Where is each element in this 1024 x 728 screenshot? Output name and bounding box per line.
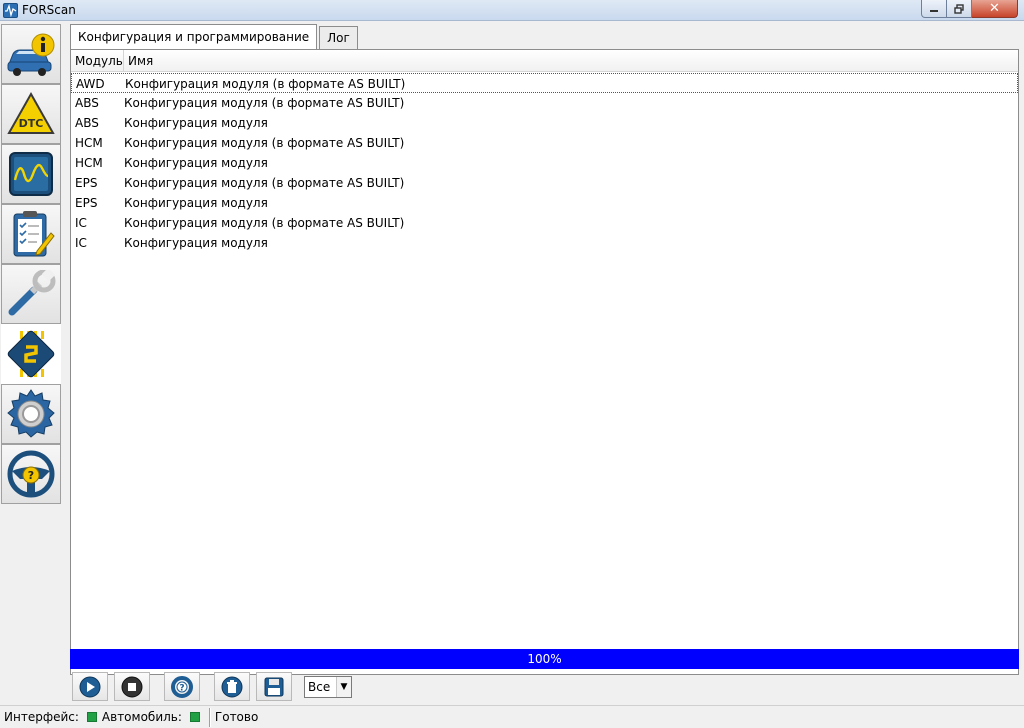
minimize-icon (930, 9, 938, 12)
table-header: Модуль Имя (71, 50, 1018, 72)
column-header-module[interactable]: Модуль (71, 50, 124, 72)
cell-name: Конфигурация модуля (в формате AS BUILT) (124, 176, 405, 190)
cell-module: EPS (75, 176, 98, 190)
sidebar-settings-button[interactable] (1, 384, 61, 444)
table-row[interactable]: HCM Конфигурация модуля (71, 153, 1018, 173)
table-body: AWD Конфигурация модуля (в формате AS BU… (71, 73, 1018, 253)
cell-name: Конфигурация модуля (в формате AS BUILT) (125, 77, 406, 91)
close-button[interactable]: ✕ (972, 0, 1018, 18)
table-row[interactable]: ABS Конфигурация модуля (71, 113, 1018, 133)
filter-select[interactable]: Все ▼ (304, 676, 352, 698)
bottom-toolbar: ? Все ▼ (70, 672, 1020, 702)
cell-name: Конфигурация модуля (в формате AS BUILT) (124, 136, 405, 150)
progress-bar: 100% (70, 649, 1019, 669)
checklist-icon (13, 211, 55, 257)
table-row[interactable]: EPS Конфигурация модуля (71, 193, 1018, 213)
svg-text:?: ? (179, 683, 184, 693)
wrench-icon (8, 270, 56, 316)
table-row[interactable]: HCM Конфигурация модуля (в формате AS BU… (71, 133, 1018, 153)
tab-configuration[interactable]: Конфигурация и программирование (70, 24, 318, 49)
restore-icon (954, 3, 964, 14)
status-bar: Интерфейс: Автомобиль: Готово (0, 705, 1024, 728)
table-row[interactable]: IC Конфигурация модуля (71, 233, 1018, 253)
interface-status-indicator (86, 712, 97, 722)
filter-select-value: Все (308, 680, 331, 694)
table-row[interactable]: EPS Конфигурация модуля (в формате AS BU… (71, 173, 1018, 193)
close-icon: ✕ (989, 1, 1000, 16)
cell-module: HCM (75, 136, 103, 150)
sidebar-configuration-button[interactable] (1, 324, 61, 384)
table-row[interactable]: AWD Конфигурация модуля (в формате AS BU… (71, 73, 1018, 93)
chip-icon (7, 330, 55, 378)
modules-table: Модуль Имя AWD Конфигурация модуля (в фо… (70, 49, 1019, 675)
trash-icon (221, 676, 243, 697)
title-bar: FORScan ✕ (0, 0, 1024, 21)
svg-text:?: ? (28, 469, 34, 482)
status-separator (208, 707, 211, 727)
tab-bar: Конфигурация и программирование Лог (70, 24, 360, 50)
sidebar-oscilloscope-button[interactable] (1, 144, 61, 204)
column-header-name[interactable]: Имя (124, 50, 1018, 72)
cell-name: Конфигурация модуля (124, 236, 268, 250)
svg-text:DTC: DTC (19, 117, 44, 130)
cell-module: IC (75, 236, 87, 250)
sidebar-vehicle-info-button[interactable] (1, 24, 61, 84)
vehicle-status-indicator (189, 712, 200, 722)
status-text: Готово (214, 710, 259, 724)
main-area: Конфигурация и программирование Лог Моду… (70, 22, 1020, 675)
restore-button[interactable] (947, 0, 972, 18)
cell-module: AWD (76, 77, 105, 91)
chevron-down-icon: ▼ (336, 677, 351, 697)
sidebar-help-button[interactable]: ? (1, 444, 61, 504)
help-lifebuoy-icon: ? (171, 675, 193, 698)
cell-name: Конфигурация модуля (124, 196, 268, 210)
sidebar: DTC ? (0, 22, 62, 504)
vehicle-info-icon (7, 33, 55, 76)
play-icon (79, 676, 101, 697)
sidebar-service-button[interactable] (1, 264, 61, 324)
forscan-app-icon (3, 3, 18, 18)
help-steering-wheel-icon: ? (7, 450, 55, 498)
cell-name: Конфигурация модуля (124, 116, 268, 130)
stop-button[interactable] (114, 672, 150, 701)
stop-icon (121, 676, 143, 697)
cell-module: HCM (75, 156, 103, 170)
cell-module: ABS (75, 116, 99, 130)
minimize-button[interactable] (921, 0, 947, 18)
oscilloscope-icon (9, 152, 53, 196)
cell-module: ABS (75, 96, 99, 110)
cell-module: IC (75, 216, 87, 230)
sidebar-dtc-button[interactable]: DTC (1, 84, 61, 144)
tab-log[interactable]: Лог (319, 26, 358, 49)
table-row[interactable]: IC Конфигурация модуля (в формате AS BUI… (71, 213, 1018, 233)
vehicle-label: Автомобиль: (101, 710, 182, 724)
cell-name: Конфигурация модуля (124, 156, 268, 170)
save-disk-icon (264, 677, 284, 696)
cell-name: Конфигурация модуля (в формате AS BUILT) (124, 96, 405, 110)
table-row[interactable]: ABS Конфигурация модуля (в формате AS BU… (71, 93, 1018, 113)
help-button[interactable]: ? (164, 672, 200, 701)
run-button[interactable] (72, 672, 108, 701)
sidebar-checklist-button[interactable] (1, 204, 61, 264)
window-title: FORScan (22, 3, 76, 17)
settings-gear-icon (7, 389, 55, 438)
cell-module: EPS (75, 196, 98, 210)
dtc-icon: DTC (7, 91, 55, 134)
cell-name: Конфигурация модуля (в формате AS BUILT) (124, 216, 405, 230)
interface-label: Интерфейс: (4, 710, 79, 724)
save-button[interactable] (256, 672, 292, 701)
delete-button[interactable] (214, 672, 250, 701)
